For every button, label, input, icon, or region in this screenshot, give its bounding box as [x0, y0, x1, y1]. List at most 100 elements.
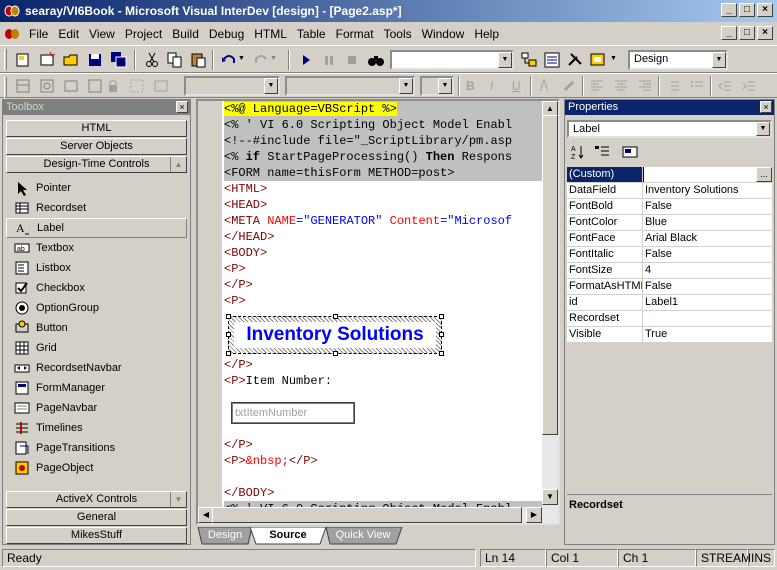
toolbar-grip[interactable]	[4, 77, 7, 98]
toolbox-item-optiongroup[interactable]: OptionGroup	[6, 298, 187, 318]
resize-handle[interactable]	[226, 351, 231, 356]
toolbox-tab-server-objects[interactable]: Server Objects	[6, 138, 187, 155]
sort-categorized-icon[interactable]	[593, 143, 611, 161]
bold-icon[interactable]: B	[466, 79, 475, 93]
toolbox-item-checkbox[interactable]: Checkbox	[6, 278, 187, 298]
new-project-icon[interactable]	[14, 51, 32, 69]
bulleted-list-icon[interactable]	[688, 77, 706, 95]
toolbox-item-formmanager[interactable]: FormManager	[6, 378, 187, 398]
indent-icon[interactable]	[740, 77, 758, 95]
find-icon[interactable]	[367, 51, 385, 69]
toolbox-item-label[interactable]: A Label	[6, 218, 187, 238]
menu-html[interactable]: HTML	[249, 27, 292, 41]
italic-icon[interactable]: I	[490, 79, 493, 93]
object-browser-icon[interactable]	[589, 51, 607, 69]
property-value[interactable]: False	[643, 247, 772, 262]
stop-icon[interactable]	[343, 51, 361, 69]
property-row[interactable]: FontColor Blue	[567, 215, 772, 231]
source-editor[interactable]: <%@ Language=VBScript %> <% ' VI 6.0 Scr…	[196, 99, 560, 525]
properties-window-icon[interactable]	[543, 51, 561, 69]
property-value[interactable]: Inventory Solutions	[643, 183, 772, 198]
property-value[interactable]: Blue	[643, 215, 772, 230]
close-icon[interactable]: ×	[176, 101, 188, 113]
menu-table[interactable]: Table	[292, 27, 331, 41]
property-row[interactable]: FontFace Arial Black	[567, 231, 772, 247]
numbered-list-icon[interactable]	[664, 77, 682, 95]
visible-borders-icon[interactable]	[128, 77, 146, 95]
resize-handle[interactable]	[439, 314, 444, 319]
break-icon[interactable]	[320, 51, 338, 69]
minimize-button[interactable]: _	[721, 3, 737, 17]
redo-dropdown-icon[interactable]: ▼	[270, 55, 277, 62]
z-order-icon[interactable]	[86, 77, 104, 95]
tab-quick-view[interactable]: Quick View	[328, 527, 398, 545]
copy-icon[interactable]	[166, 51, 184, 69]
chevron-down-icon[interactable]: ▼	[712, 52, 726, 68]
scrollbar-thumb[interactable]	[212, 507, 522, 523]
chevron-down-icon[interactable]: ▼	[399, 78, 413, 94]
menu-build[interactable]: Build	[167, 27, 204, 41]
toolbox-item-pagenavbar[interactable]: PageNavbar	[6, 398, 187, 418]
resize-handle[interactable]	[439, 351, 444, 356]
toolbox-item-recordsetnavbar[interactable]: RecordsetNavbar	[6, 358, 187, 378]
paste-icon[interactable]	[189, 51, 207, 69]
property-row[interactable]: Visible True	[567, 327, 772, 343]
property-value[interactable]: 4	[643, 263, 772, 278]
sort-alphabetical-icon[interactable]: AZ	[569, 143, 587, 161]
underline-icon[interactable]: U	[512, 79, 521, 93]
document-icon[interactable]	[4, 27, 20, 41]
property-value[interactable]: False	[643, 279, 772, 294]
absolute-position-icon[interactable]	[38, 77, 56, 95]
align-left-icon[interactable]	[588, 77, 606, 95]
align-center-icon[interactable]	[612, 77, 630, 95]
property-row[interactable]: FontBold False	[567, 199, 772, 215]
menu-format[interactable]: Format	[331, 27, 379, 41]
scroll-right-icon[interactable]: ▶	[526, 507, 542, 523]
property-value[interactable]: Label1	[643, 295, 772, 310]
menu-tools[interactable]: Tools	[379, 27, 417, 41]
project-explorer-icon[interactable]	[520, 51, 538, 69]
resize-handle[interactable]	[333, 314, 338, 319]
toolbox-tab-general[interactable]: General	[6, 509, 187, 526]
resize-handle[interactable]	[226, 332, 231, 337]
chevron-down-icon[interactable]: ▼	[610, 55, 617, 62]
paragraph-format-combo[interactable]: ▼	[184, 76, 280, 96]
chevron-down-icon[interactable]: ▼	[264, 78, 278, 94]
toolbox-item-listbox[interactable]: Listbox	[6, 258, 187, 278]
horizontal-scrollbar[interactable]: ◀ ▶	[198, 507, 542, 523]
toolbox-item-timelines[interactable]: Timelines	[6, 418, 187, 438]
redo-icon[interactable]	[252, 51, 270, 69]
highlight-icon[interactable]	[560, 77, 578, 95]
maximize-button[interactable]: □	[739, 3, 755, 17]
menu-project[interactable]: Project	[120, 27, 167, 41]
scroll-down-icon[interactable]: ▼	[542, 489, 558, 505]
property-value[interactable]: True	[643, 327, 772, 342]
scrollbar-thumb[interactable]	[542, 115, 558, 435]
outdent-icon[interactable]	[716, 77, 734, 95]
menu-debug[interactable]: Debug	[204, 27, 249, 41]
label-design-time-control[interactable]: Inventory Solutions	[226, 314, 444, 356]
mdi-close-button[interactable]: ×	[757, 26, 773, 40]
property-value[interactable]: False	[643, 199, 772, 214]
toolbox-icon[interactable]	[566, 51, 584, 69]
object-selector[interactable]: Label ▼	[567, 120, 772, 138]
save-icon[interactable]	[86, 51, 104, 69]
property-row[interactable]: id Label1	[567, 295, 772, 311]
snap-to-grid-icon[interactable]	[62, 77, 80, 95]
resize-handle[interactable]	[439, 332, 444, 337]
property-value[interactable]	[643, 167, 756, 182]
mdi-minimize-button[interactable]: _	[721, 26, 737, 40]
start-icon[interactable]	[297, 51, 315, 69]
undo-dropdown-icon[interactable]: ▼	[238, 55, 245, 62]
menu-help[interactable]: Help	[469, 27, 504, 41]
toolbox-item-pagetransitions[interactable]: PageTransitions	[6, 438, 187, 458]
toolbox-item-textbox[interactable]: ab Textbox	[6, 238, 187, 258]
toolbar-grip[interactable]	[4, 49, 7, 70]
details-icon[interactable]	[152, 77, 170, 95]
toolbox-item-pageobject[interactable]: PageObject	[6, 458, 187, 478]
chevron-down-icon[interactable]: ▼	[498, 52, 512, 68]
close-button[interactable]: ×	[757, 3, 773, 17]
align-right-icon[interactable]	[636, 77, 654, 95]
toolbox-tab-mikesstuff[interactable]: MikesStuff	[6, 527, 187, 544]
tab-source[interactable]: Source	[256, 527, 320, 545]
